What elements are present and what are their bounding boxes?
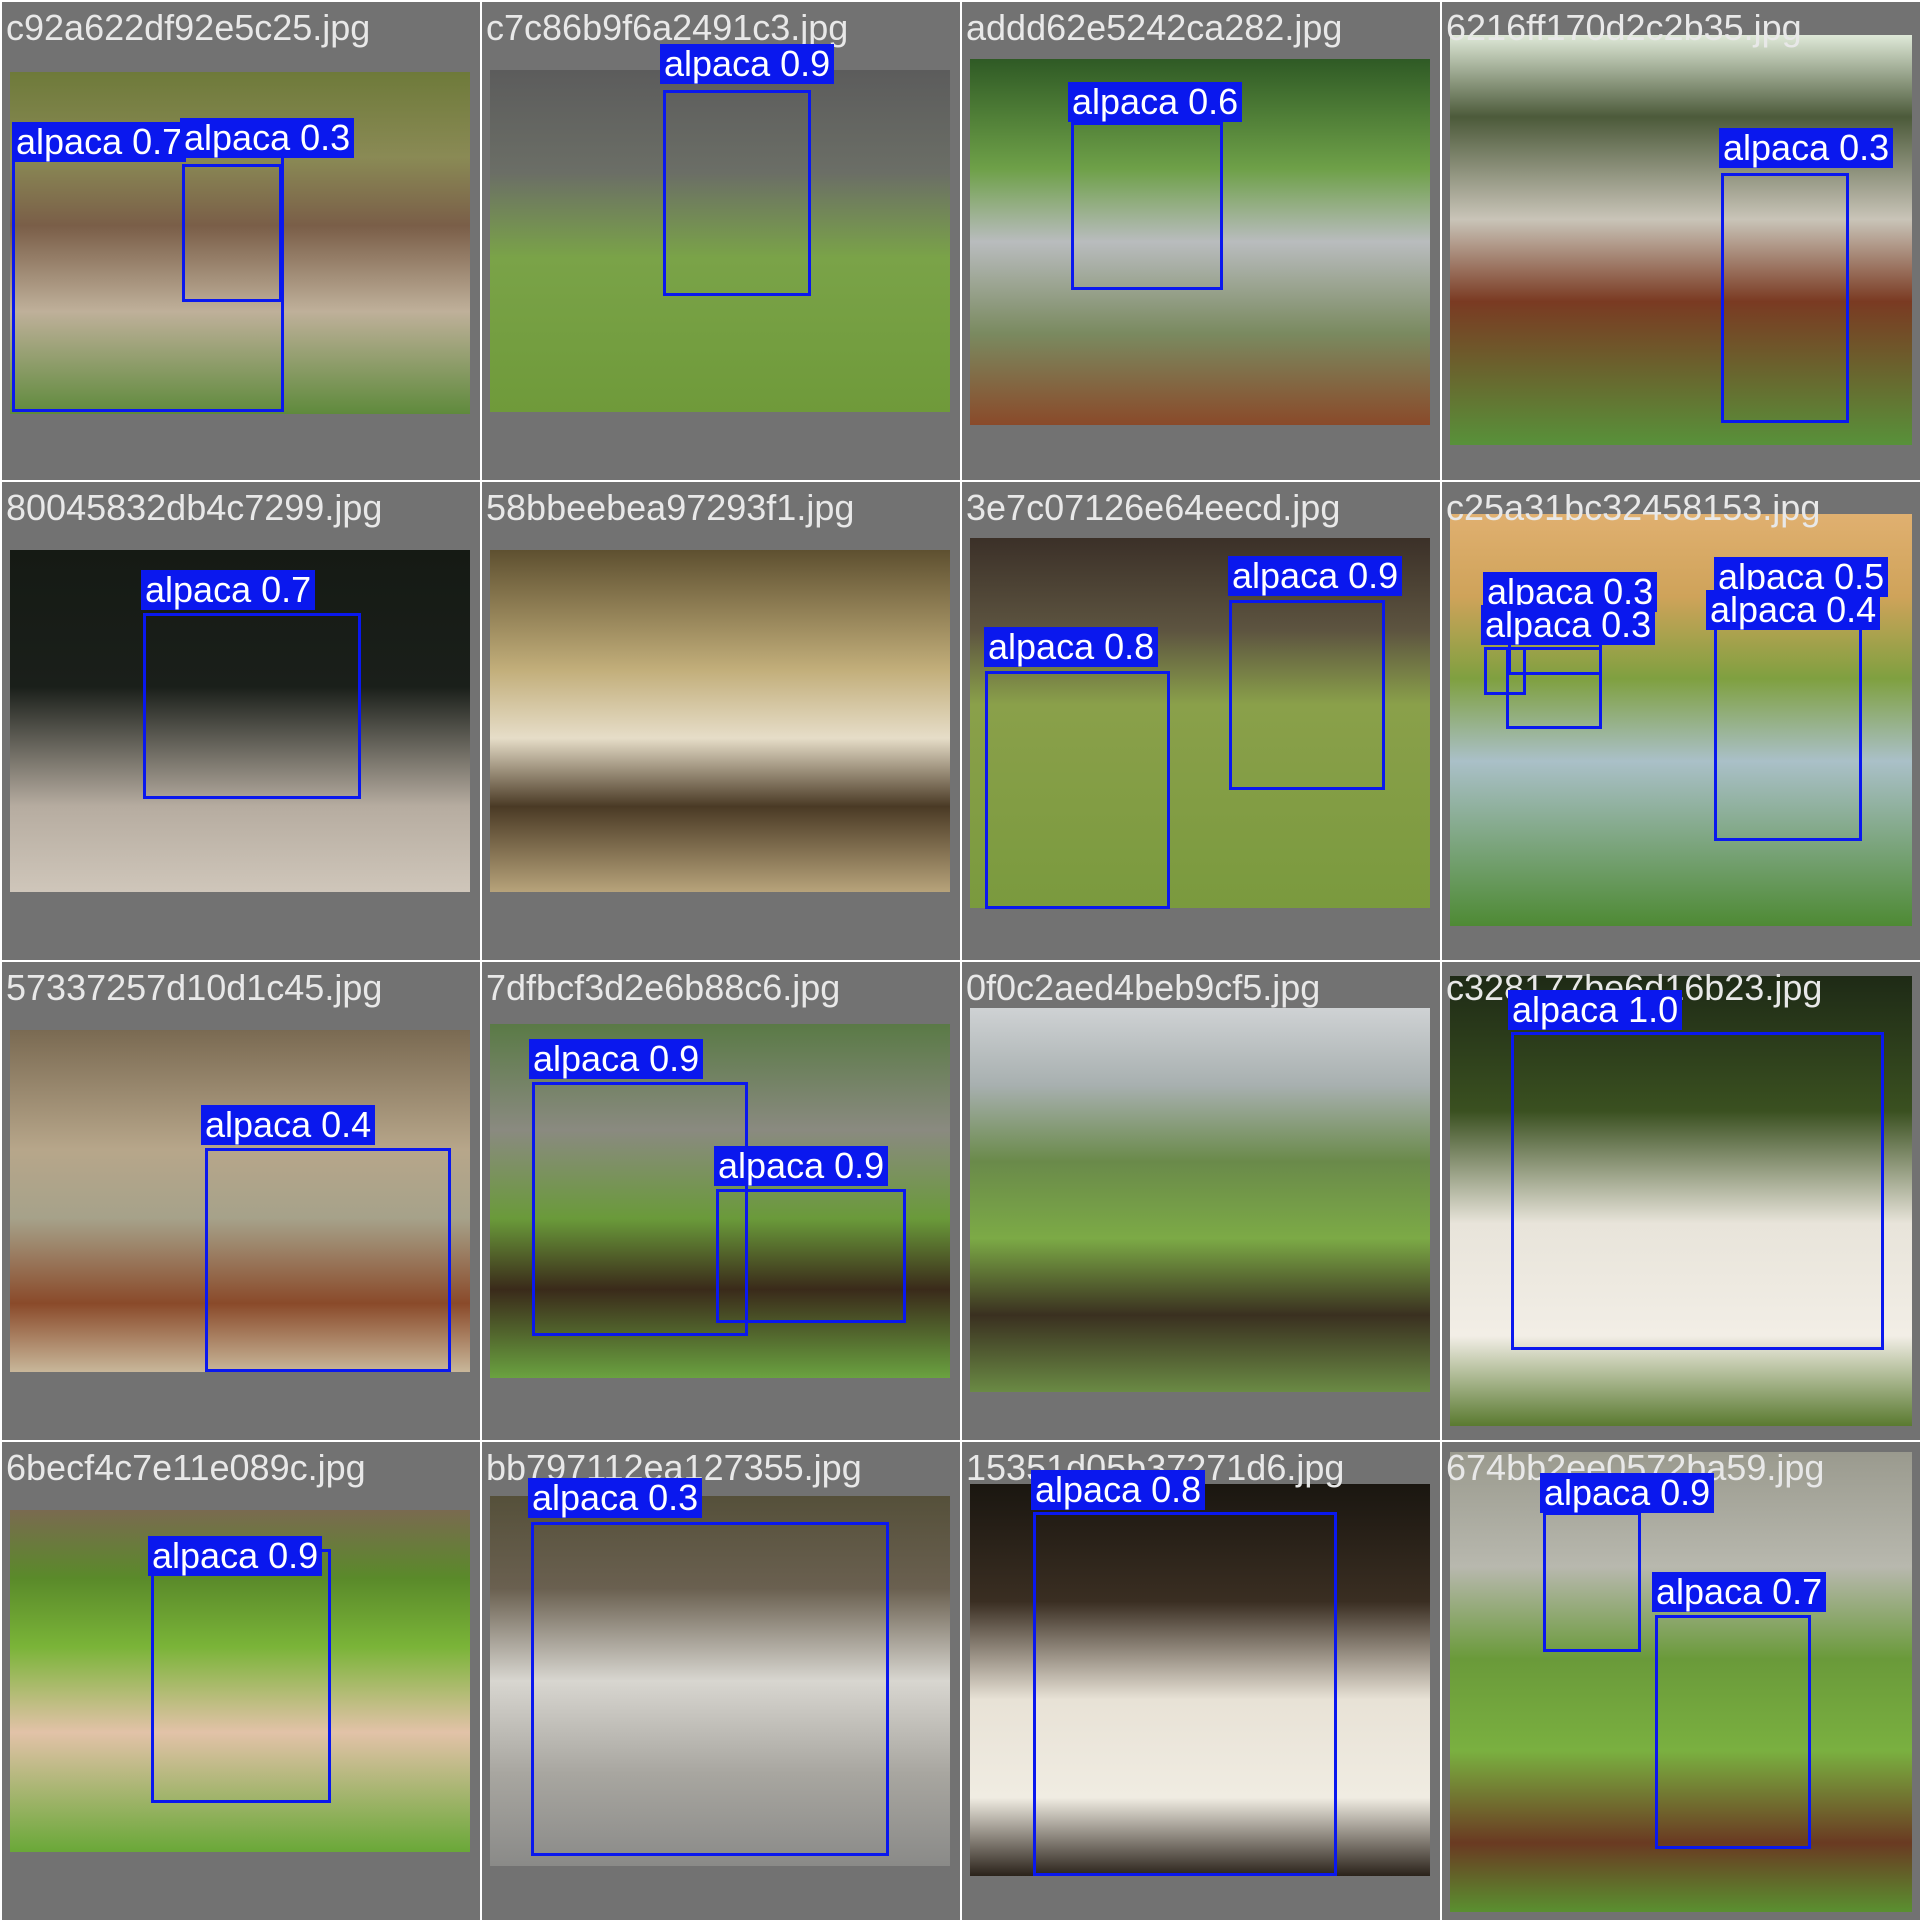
grid-tile: 0f0c2aed4beb9cf5.jpg [962,962,1440,1440]
detection-box [1511,1032,1884,1350]
detection-label: alpaca 0.3 [528,1478,703,1518]
detection-box [1721,173,1849,423]
tile-photo [490,550,950,892]
detection-label: alpaca 0.9 [529,1039,704,1079]
detection-box [663,90,811,296]
detection-box [1033,1512,1337,1876]
detection-box [1714,593,1862,841]
detection-label: alpaca 0.9 [1228,556,1403,596]
detection-label: alpaca 0.9 [714,1146,889,1186]
grid-tile: 58bbeebea97293f1.jpg [482,482,960,960]
detection-box [205,1148,451,1372]
detection-box [1543,1512,1641,1652]
tile-filename: 6216ff170d2c2b35.jpg [1446,7,1802,48]
detection-label: alpaca 0.3 [1719,128,1894,168]
tile-filename: c7c86b9f6a2491c3.jpg [486,7,849,48]
tile-filename: 80045832db4c7299.jpg [6,487,383,528]
detection-label: alpaca 0.4 [1706,590,1881,630]
detection-box [716,1189,906,1323]
tile-filename: 7dfbcf3d2e6b88c6.jpg [486,967,841,1008]
mosaic-grid: c92a622df92e5c25.jpg alpaca 0.7 alpaca 0.3… [0,0,1920,1920]
tile-filename: 3e7c07126e64eecd.jpg [966,487,1341,528]
tile-filename: c25a31bc32458153.jpg [1446,487,1821,528]
tile-filename: 6becf4c7e11e089c.jpg [6,1447,366,1488]
detection-label: alpaca 0.9 [148,1536,323,1576]
tile-filename: 58bbeebea97293f1.jpg [486,487,855,528]
detection-box [151,1549,331,1803]
detection-label: alpaca 0.7 [12,122,187,162]
tile-filename: 57337257d10d1c45.jpg [6,967,383,1008]
detection-box [985,671,1170,909]
detection-box [531,1522,889,1856]
detection-label: alpaca 0.7 [141,570,316,610]
tile-filename: addd62e5242ca282.jpg [966,7,1343,48]
detection-box [1229,600,1385,790]
detection-box [182,164,282,302]
detection-box [1506,647,1602,729]
detection-box [1071,122,1223,290]
detection-box [143,613,361,799]
detection-label: alpaca 0.7 [1652,1572,1827,1612]
detection-label: alpaca 0.4 [201,1105,376,1145]
detection-label: alpaca 0.9 [660,44,835,84]
detection-label: alpaca 0.3 [1481,605,1656,645]
detection-label: alpaca 0.9 [1540,1473,1715,1513]
tile-photo [970,1008,1430,1392]
detection-label: alpaca 0.6 [1068,82,1243,122]
detection-box [1655,1615,1811,1849]
tile-filename: 0f0c2aed4beb9cf5.jpg [966,967,1321,1008]
detection-label: alpaca 1.0 [1508,990,1683,1030]
detection-label: alpaca 0.8 [1031,1470,1206,1510]
tile-filename: c92a622df92e5c25.jpg [6,7,371,48]
detection-label: alpaca 0.3 [180,118,355,158]
detection-label: alpaca 0.8 [984,627,1159,667]
